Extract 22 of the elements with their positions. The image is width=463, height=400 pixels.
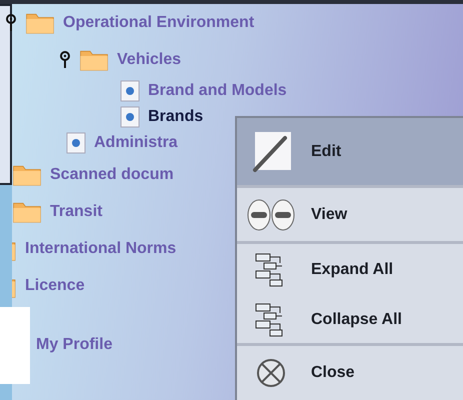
tree-item[interactable]: Brands bbox=[148, 108, 204, 126]
tree-item[interactable]: International Norms bbox=[25, 240, 176, 258]
menu-item[interactable]: Collapse All bbox=[237, 296, 463, 344]
menu-item[interactable]: Expand All bbox=[237, 241, 463, 296]
menu-item[interactable]: View bbox=[237, 185, 463, 242]
tree-item[interactable]: Vehicles bbox=[117, 50, 182, 68]
tree-item[interactable]: Operational Environment bbox=[63, 14, 254, 32]
document-icon bbox=[66, 132, 86, 154]
tree-item[interactable]: Administra bbox=[94, 134, 178, 152]
menu-item[interactable]: Edit bbox=[237, 118, 463, 186]
menu-item[interactable]: Close bbox=[237, 343, 463, 400]
tree-item[interactable]: My Profile bbox=[36, 336, 112, 354]
tree-item[interactable]: Brand and Models bbox=[148, 82, 287, 100]
close-icon bbox=[256, 358, 286, 388]
document-icon bbox=[120, 80, 140, 102]
tree-item[interactable]: Transit bbox=[50, 202, 102, 220]
tree-item[interactable]: Licence bbox=[25, 276, 85, 294]
tree-item[interactable]: Scanned docum bbox=[50, 166, 174, 184]
document-icon bbox=[120, 106, 140, 128]
eyes-icon bbox=[246, 198, 296, 232]
expand-toggle-icon[interactable] bbox=[59, 50, 71, 68]
expand-toggle-icon[interactable] bbox=[5, 14, 17, 32]
